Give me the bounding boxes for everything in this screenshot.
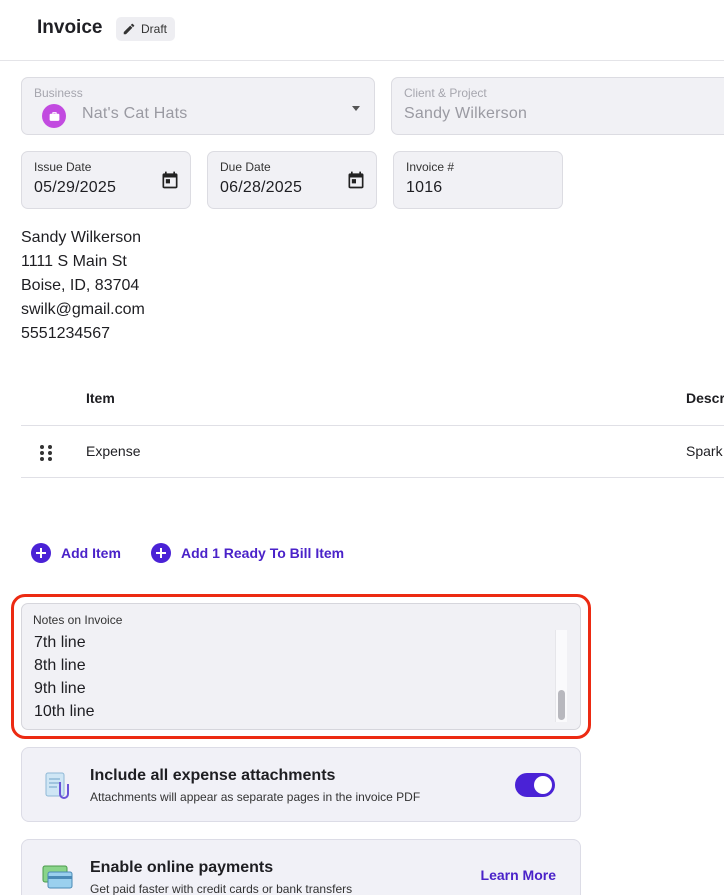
address-phone: 5551234567 [21, 325, 110, 342]
attachments-subtitle: Attachments will appear as separate page… [90, 790, 421, 804]
payments-subtitle: Get paid faster with credit cards or ban… [90, 882, 353, 895]
calendar-icon[interactable] [346, 170, 366, 190]
address-email: swilk@gmail.com [21, 301, 145, 318]
status-badge[interactable]: Draft [116, 17, 176, 41]
issue-date-value: 05/29/2025 [34, 179, 117, 196]
chevron-down-icon [352, 106, 360, 111]
business-value: Nat's Cat Hats [82, 105, 188, 122]
attachments-toggle[interactable] [515, 773, 555, 797]
attachments-title: Include all expense attachments [90, 767, 336, 784]
page-title: Invoice [37, 17, 103, 38]
drag-handle-icon[interactable] [39, 444, 53, 462]
invoice-number-field[interactable]: Invoice # 1016 [393, 151, 563, 209]
row-item[interactable]: Expense [86, 443, 140, 459]
issue-date-field[interactable]: Issue Date 05/29/2025 [21, 151, 191, 209]
pencil-icon [123, 23, 135, 35]
business-select[interactable]: Business Nat's Cat Hats [21, 77, 375, 135]
attachments-card: Include all expense attachments Attachme… [21, 747, 581, 822]
add-ready-label: Add 1 Ready To Bill Item [181, 545, 345, 561]
online-payments-card: Enable online payments Get paid faster w… [21, 839, 581, 895]
due-date-label: Due Date [220, 160, 271, 174]
toggle-knob [534, 776, 552, 794]
business-label: Business [34, 86, 83, 100]
client-project-select[interactable]: Client & Project Sandy Wilkerson [391, 77, 724, 135]
client-address: Sandy Wilkerson 1111 S Main St Boise, ID… [21, 226, 145, 346]
due-date-field[interactable]: Due Date 06/28/2025 [207, 151, 377, 209]
address-name: Sandy Wilkerson [21, 229, 142, 246]
address-city: Boise, ID, 83704 [21, 277, 140, 294]
payments-title: Enable online payments [90, 859, 274, 876]
issue-date-label: Issue Date [34, 160, 92, 174]
address-street: 1111 S Main St [21, 253, 127, 270]
add-item-button[interactable]: Add Item [31, 543, 121, 563]
notes-scrollbar-thumb[interactable] [558, 690, 565, 720]
learn-more-link[interactable]: Learn More [481, 867, 556, 883]
table-row[interactable]: Expense Spark [21, 426, 724, 478]
calendar-icon[interactable] [160, 170, 180, 190]
column-header-description: Descr [686, 390, 724, 406]
add-ready-to-bill-button[interactable]: Add 1 Ready To Bill Item [151, 543, 344, 563]
due-date-value: 06/28/2025 [220, 179, 303, 196]
plus-circle-icon [151, 543, 171, 563]
row-description[interactable]: Spark [686, 443, 723, 459]
client-label: Client & Project [404, 86, 487, 100]
invoice-number-value: 1016 [406, 179, 443, 196]
items-table-header: Item Descr [21, 372, 724, 426]
credit-card-icon [42, 865, 73, 889]
notes-textarea[interactable]: Notes on Invoice 7th line 8th line 9th l… [21, 603, 581, 730]
notes-content[interactable]: 7th line 8th line 9th line 10th line [34, 631, 95, 723]
notes-label: Notes on Invoice [33, 613, 123, 627]
notes-line: 9th line [34, 680, 86, 697]
client-value: Sandy Wilkerson [404, 105, 528, 122]
notes-line: 8th line [34, 657, 86, 674]
notes-line: 7th line [34, 634, 86, 651]
notes-scrollbar[interactable] [555, 630, 567, 722]
invoice-number-label: Invoice # [406, 160, 455, 174]
plus-circle-icon [31, 543, 51, 563]
page-header: Invoice Draft [0, 0, 724, 61]
status-label: Draft [141, 22, 168, 36]
notes-line: 10th line [34, 703, 95, 720]
paperclip-document-icon [45, 772, 69, 799]
briefcase-icon [42, 104, 66, 128]
add-item-label: Add Item [61, 545, 121, 561]
column-header-item: Item [86, 390, 115, 406]
